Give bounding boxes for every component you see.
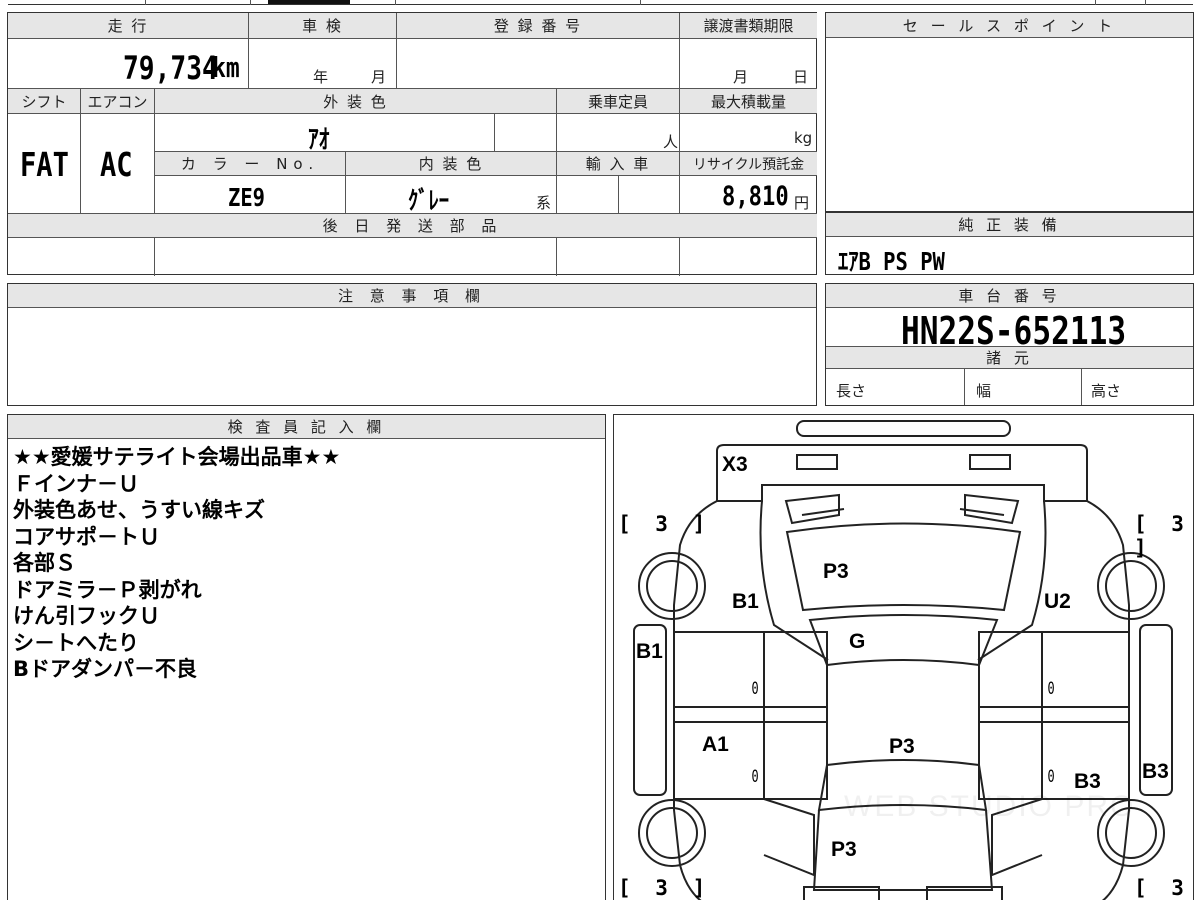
- color-no-value: ZE9: [228, 183, 266, 212]
- mark-windshield: P3: [823, 560, 849, 583]
- shift-label: シフト: [8, 89, 80, 113]
- sales-point-box: セ ー ル ス ポ イ ン ト: [825, 12, 1194, 212]
- interior-color-value: ｸﾞﾚｰ: [408, 186, 450, 215]
- remark-line: 各部Ｓ: [13, 551, 76, 575]
- remark-line: ★★愛媛サテライト会場出品車★★: [13, 445, 341, 469]
- mark-zero: 0: [751, 679, 759, 699]
- mark-zero: 0: [751, 767, 759, 787]
- mark-fender-left: B1: [636, 640, 663, 663]
- genuine-equipment-value: ｴｱB PS PW: [838, 247, 945, 276]
- recycle-value: 8,810: [722, 181, 789, 212]
- mark-zero: 0: [1047, 767, 1055, 787]
- vehicle-info-table: 走 行 車 検 登 録 番 号 譲渡書類期限 79,734 km 年 月 月 日…: [7, 12, 817, 276]
- shaken-year: 年: [313, 68, 329, 86]
- max-load-unit: kg: [794, 129, 813, 147]
- mark-trunk: P3: [831, 838, 857, 861]
- mark-tire-rl: [ 3 ]: [618, 876, 712, 900]
- notes-box: 注 意 事 項 欄: [7, 283, 817, 406]
- car-outline-svg: [633, 420, 1173, 900]
- mark-tire-rr: [ 3 ]: [1134, 876, 1190, 900]
- shaken-label: 車 検: [249, 13, 396, 38]
- mileage-value: 79,734: [123, 49, 218, 87]
- height-label: 高さ: [1091, 382, 1122, 400]
- notes-label: 注 意 事 項 欄: [8, 284, 816, 308]
- mark-hood-left: B1: [732, 590, 759, 613]
- sales-point-label: セ ー ル ス ポ イ ン ト: [826, 13, 1193, 38]
- transfer-day: 日: [793, 68, 809, 86]
- inspector-label: 検 査 員 記 入 欄: [8, 415, 605, 439]
- import-label: 輸 入 車: [557, 152, 679, 175]
- remark-line: Bドアダンパ－不良: [13, 657, 198, 681]
- mark-door-left: A1: [702, 733, 729, 756]
- mark-tire-fl: [ 3 ]: [618, 512, 712, 536]
- mark-tire-fr: [ 3 ]: [1134, 512, 1190, 560]
- remark-line: シ－トへたり: [13, 630, 139, 655]
- chassis-label: 車 台 番 号: [826, 284, 1193, 308]
- mark-side-right: B3: [1142, 760, 1169, 783]
- max-load-label: 最大積載量: [680, 89, 817, 113]
- mark-hood-right: U2: [1044, 590, 1071, 613]
- genuine-equipment-label: 純 正 装 備: [826, 213, 1193, 237]
- width-label: 幅: [976, 382, 992, 400]
- chassis-box: 車 台 番 号 HN22S-652113 諸 元 長さ 幅 高さ: [825, 283, 1194, 406]
- inspector-box: 検 査 員 記 入 欄 ★★愛媛サテライト会場出品車★★ Ｆインナ－Ｕ 外装色あ…: [7, 414, 606, 900]
- recycle-label: リサイクル預託金: [680, 152, 817, 175]
- capacity-unit: 人: [663, 133, 679, 151]
- shaken-month: 月: [371, 68, 387, 86]
- remark-line: Ｆインナ－Ｕ: [13, 471, 139, 496]
- transfer-month: 月: [733, 68, 749, 86]
- car-damage-diagram: X3 [ 3 ] [ 3 ] [ 3 ] [ 3 ] P3 B1 U2 G B1…: [613, 414, 1194, 900]
- length-label: 長さ: [836, 382, 867, 400]
- exterior-color-label: 外 装 色: [155, 89, 556, 113]
- interior-color-suffix: 系: [536, 194, 552, 212]
- mark-roof: P3: [889, 735, 915, 758]
- aircon-value: AC: [100, 145, 133, 184]
- top-clipped-strip: [0, 0, 1200, 6]
- remark-line: ドアミラ－Ｐ剥がれ: [13, 577, 202, 602]
- mark-rear: X3: [722, 453, 748, 476]
- interior-color-label: 内 装 色: [346, 152, 556, 175]
- shift-value: FAT: [20, 145, 69, 184]
- remark-line: コアサポ－トＵ: [13, 524, 160, 549]
- remark-line: けん引フックＵ: [13, 604, 160, 628]
- mileage-label: 走 行: [8, 13, 248, 38]
- later-parts-label: 後 日 発 送 部 品: [8, 214, 817, 237]
- mark-panel-g: G: [849, 630, 866, 653]
- spec-label: 諸 元: [826, 347, 1193, 369]
- color-no-label: カ ラ ー No.: [155, 152, 345, 175]
- transfer-deadline-label: 譲渡書類期限: [680, 13, 817, 38]
- remark-line: 外装色あせ、うすい線キズ: [13, 498, 265, 522]
- genuine-equipment-box: 純 正 装 備 ｴｱB PS PW: [825, 212, 1194, 276]
- recycle-unit: 円: [794, 194, 810, 212]
- inspector-remarks: ★★愛媛サテライト会場出品車★★ Ｆインナ－Ｕ 外装色あせ、うすい線キズ コアサ…: [13, 444, 603, 683]
- mileage-unit: km: [212, 51, 240, 84]
- mark-zero: 0: [1047, 679, 1055, 699]
- watermark: WEB STUDIO PRO: [844, 790, 1136, 823]
- registration-label: 登 録 番 号: [397, 13, 679, 38]
- aircon-label: エアコン: [81, 89, 154, 113]
- capacity-label: 乗車定員: [557, 89, 679, 113]
